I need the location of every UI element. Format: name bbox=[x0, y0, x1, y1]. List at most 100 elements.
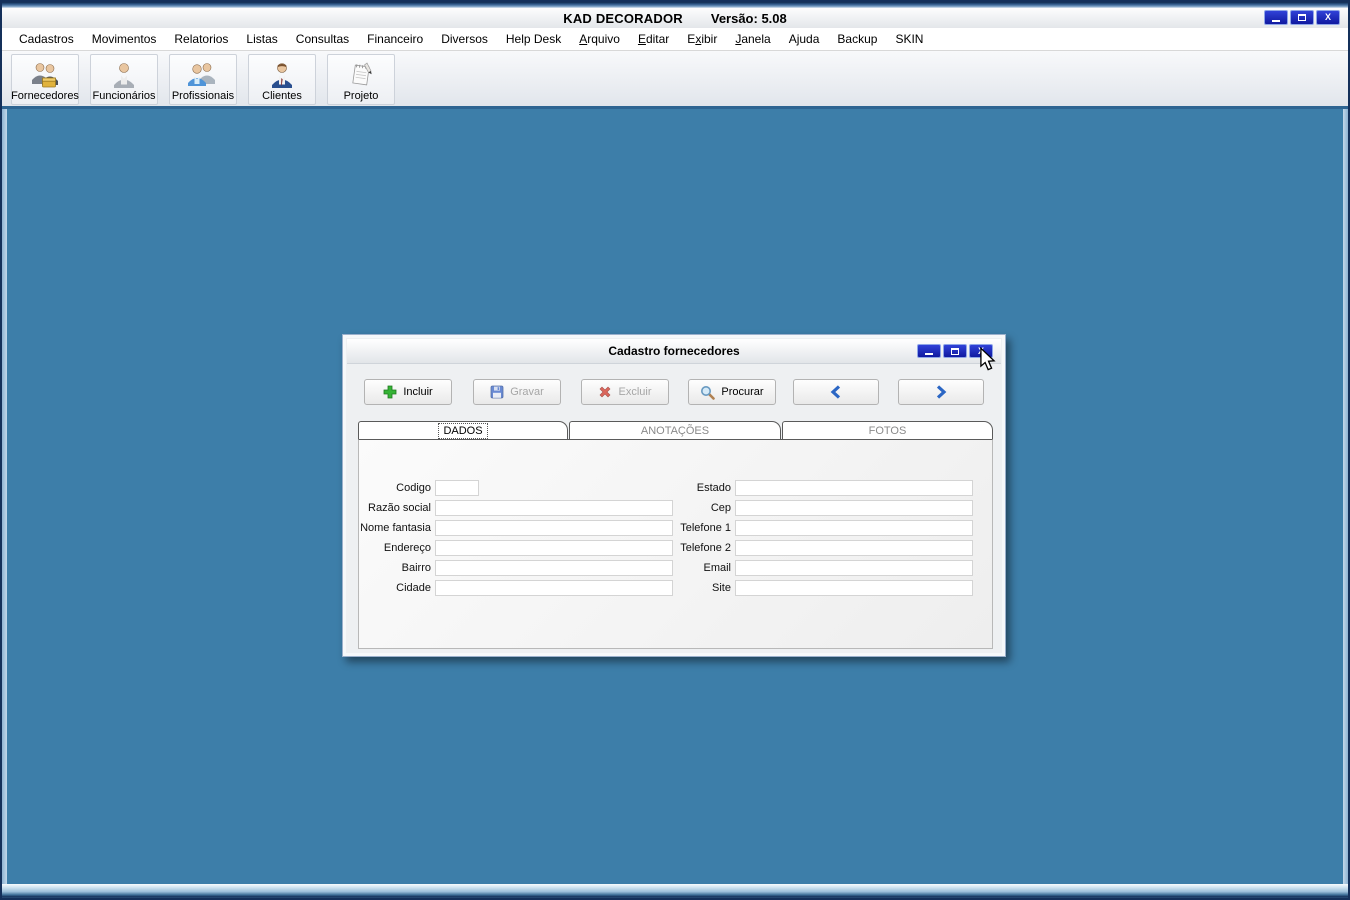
endereco-label: Endereço bbox=[383, 542, 431, 554]
menu-item-editar[interactable]: Editar bbox=[629, 29, 678, 49]
menu-item-movimentos[interactable]: Movimentos bbox=[83, 29, 166, 49]
dialog-close-button[interactable]: X bbox=[969, 344, 993, 358]
minimize-icon bbox=[925, 353, 933, 355]
toolbar-label: Funcionários bbox=[92, 90, 156, 102]
professionals-icon bbox=[187, 60, 219, 90]
toolbar-label: Projeto bbox=[343, 90, 379, 102]
menu-item-helpdesk[interactable]: Help Desk bbox=[497, 29, 570, 49]
form-column-right: Estado Cep Telefone 1 Telefone 2 Email S… bbox=[649, 478, 977, 598]
telefone1-input[interactable] bbox=[735, 520, 973, 536]
cep-label: Cep bbox=[710, 502, 731, 514]
cep-input[interactable] bbox=[735, 500, 973, 516]
tab-anotacoes[interactable]: ANOTAÇÕES bbox=[569, 421, 781, 439]
prev-icon bbox=[830, 385, 841, 399]
toolbar-button-profissionais[interactable]: Profissionais bbox=[169, 54, 237, 105]
toolbar: Fornecedores Funcionários Profissionais … bbox=[2, 51, 1348, 109]
window-frame-right bbox=[1343, 109, 1348, 884]
employees-icon bbox=[109, 60, 139, 90]
site-label: Site bbox=[712, 582, 731, 594]
button-label: Excluir bbox=[618, 386, 652, 398]
toolbar-button-funcionarios[interactable]: Funcionários bbox=[90, 54, 158, 105]
menu-item-cadastros[interactable]: Cadastros bbox=[10, 29, 83, 49]
menu-item-listas[interactable]: Listas bbox=[237, 29, 286, 49]
cidade-input[interactable] bbox=[435, 580, 673, 596]
telefone2-input[interactable] bbox=[735, 540, 973, 556]
nome-fantasia-input[interactable] bbox=[435, 520, 673, 536]
menu-item-consultas[interactable]: Consultas bbox=[287, 29, 358, 49]
menu-item-diversos[interactable]: Diversos bbox=[432, 29, 497, 49]
dialog-minimize-button[interactable] bbox=[917, 344, 941, 358]
estado-label: Estado bbox=[696, 482, 731, 494]
menu-item-backup[interactable]: Backup bbox=[828, 29, 886, 49]
tab-label: DADOS bbox=[438, 422, 488, 439]
dialog-window-controls: X bbox=[917, 344, 993, 358]
form-row: Cep bbox=[649, 498, 977, 518]
estado-input[interactable] bbox=[735, 480, 973, 496]
site-input[interactable] bbox=[735, 580, 973, 596]
form-row: Codigo bbox=[359, 478, 677, 498]
excluir-button[interactable]: Excluir bbox=[581, 379, 669, 405]
form-row: Telefone 2 bbox=[649, 538, 977, 558]
save-icon bbox=[490, 385, 504, 399]
form-row: Nome fantasia bbox=[359, 518, 677, 538]
toolbar-button-projeto[interactable]: Projeto bbox=[327, 54, 395, 105]
telefone1-label: Telefone 1 bbox=[680, 522, 731, 534]
menu-item-relatorios[interactable]: Relatorios bbox=[165, 29, 237, 49]
menu-bar: Cadastros Movimentos Relatorios Listas C… bbox=[2, 28, 1348, 51]
form-row: Bairro bbox=[359, 558, 677, 578]
maximize-button[interactable] bbox=[1290, 10, 1314, 25]
dialog-title: Cadastro fornecedores bbox=[608, 344, 740, 358]
tab-dados[interactable]: DADOS bbox=[358, 421, 568, 439]
razao-social-label: Razão social bbox=[368, 502, 431, 514]
minimize-icon bbox=[1272, 19, 1280, 22]
suppliers-icon bbox=[29, 60, 61, 90]
dialog-maximize-button[interactable] bbox=[943, 344, 967, 358]
form-row: Email bbox=[649, 558, 977, 578]
endereco-input[interactable] bbox=[435, 540, 673, 556]
codigo-input[interactable] bbox=[435, 480, 479, 496]
toolbar-button-clientes[interactable]: Clientes bbox=[248, 54, 316, 105]
app-title: KAD DECORADOR bbox=[563, 10, 683, 26]
close-icon: X bbox=[1324, 12, 1331, 22]
gravar-button[interactable]: Gravar bbox=[473, 379, 561, 405]
tab-fotos[interactable]: FOTOS bbox=[782, 421, 993, 439]
previous-record-button[interactable] bbox=[793, 379, 879, 405]
maximize-icon bbox=[951, 347, 959, 355]
form-row: Estado bbox=[649, 478, 977, 498]
menu-item-arquivo[interactable]: Arquivo bbox=[570, 29, 629, 49]
next-record-button[interactable] bbox=[898, 379, 984, 405]
search-icon bbox=[701, 385, 716, 400]
project-icon bbox=[346, 60, 376, 90]
bairro-input[interactable] bbox=[435, 560, 673, 576]
form-row: Razão social bbox=[359, 498, 677, 518]
razao-social-input[interactable] bbox=[435, 500, 673, 516]
close-icon: X bbox=[977, 345, 984, 356]
bairro-label: Bairro bbox=[401, 562, 431, 574]
email-input[interactable] bbox=[735, 560, 973, 576]
menu-item-skin[interactable]: SKIN bbox=[886, 29, 932, 49]
menu-item-financeiro[interactable]: Financeiro bbox=[358, 29, 432, 49]
menu-item-ajuda[interactable]: Ajuda bbox=[780, 29, 829, 49]
email-label: Email bbox=[703, 562, 731, 574]
telefone2-label: Telefone 2 bbox=[680, 542, 731, 554]
maximize-icon bbox=[1298, 14, 1306, 21]
button-label: Procurar bbox=[721, 386, 764, 398]
form-row: Telefone 1 bbox=[649, 518, 977, 538]
dados-tab-panel: Codigo Razão social Nome fantasia Endere… bbox=[358, 439, 993, 649]
toolbar-button-fornecedores[interactable]: Fornecedores bbox=[11, 54, 79, 105]
window-frame-bottom bbox=[2, 884, 1348, 898]
form-row: Endereço bbox=[359, 538, 677, 558]
minimize-button[interactable] bbox=[1264, 10, 1288, 25]
app-version: Versão: 5.08 bbox=[710, 10, 787, 26]
close-button[interactable]: X bbox=[1316, 10, 1340, 25]
form-row: Cidade bbox=[359, 578, 677, 598]
tab-label: FOTOS bbox=[868, 424, 907, 437]
procurar-button[interactable]: Procurar bbox=[688, 379, 776, 405]
tab-label: ANOTAÇÕES bbox=[640, 424, 710, 437]
menu-item-janela[interactable]: Janela bbox=[726, 29, 779, 49]
menu-item-exibir[interactable]: Exibir bbox=[678, 29, 726, 49]
toolbar-label: Fornecedores bbox=[11, 90, 79, 102]
dialog-titlebar: Cadastro fornecedores X bbox=[347, 339, 1001, 364]
button-label: Gravar bbox=[510, 386, 544, 398]
incluir-button[interactable]: Incluir bbox=[364, 379, 452, 405]
